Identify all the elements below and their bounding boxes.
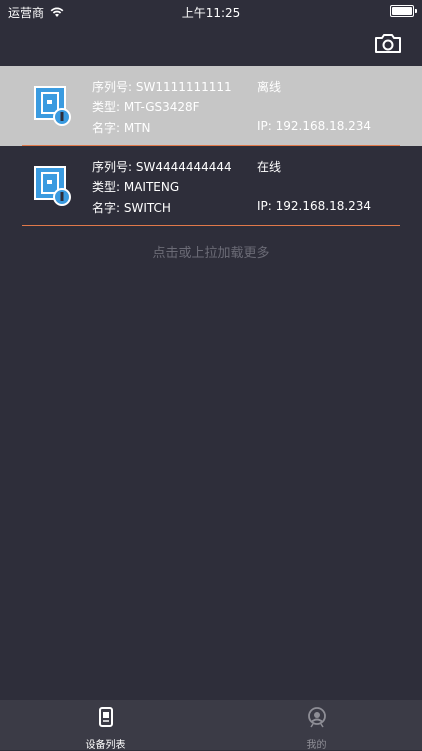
row-divider [22,225,400,226]
battery-icon [390,5,417,17]
device-list-icon [99,707,113,727]
device-row[interactable]: 序列号: SW1111111111 离线 类型: MT-GS3428F 名字: … [0,66,422,146]
ip-label: IP: 192.168.18.234 [257,199,372,213]
switch-device-icon [34,166,71,206]
name-label: 名字: SWITCH [92,201,171,215]
switch-device-icon [34,86,71,126]
device-list: 序列号: SW1111111111 离线 类型: MT-GS3428F 名字: … [0,66,422,226]
camera-icon[interactable] [374,32,402,54]
serial-label: 序列号: SW4444444444 [92,160,232,174]
tab-device-list[interactable]: 设备列表 [0,700,211,751]
tab-profile[interactable]: 我的 [211,700,422,751]
type-label: 类型: MT-GS3428F [92,100,200,114]
tab-label: 我的 [306,740,327,751]
name-label: 名字: MTN [92,121,151,135]
status-bar: 运营商 上午11:25 [0,0,422,22]
device-row[interactable]: 序列号: SW4444444444 在线 类型: MAITENG 名字: SWI… [0,146,422,226]
tab-label: 设备列表 [85,740,126,751]
status-time: 上午11:25 [181,6,241,20]
status-label: 在线 [257,160,282,174]
ip-label: IP: 192.168.18.234 [257,119,372,133]
serial-label: 序列号: SW1111111111 [92,80,232,94]
tab-bar: 设备列表 我的 [0,700,422,751]
nav-bar [0,22,422,66]
load-more-button[interactable]: 点击或上拉加载更多 [0,242,422,261]
type-label: 类型: MAITENG [92,180,180,194]
status-label: 离线 [257,80,282,94]
profile-icon [308,707,326,728]
